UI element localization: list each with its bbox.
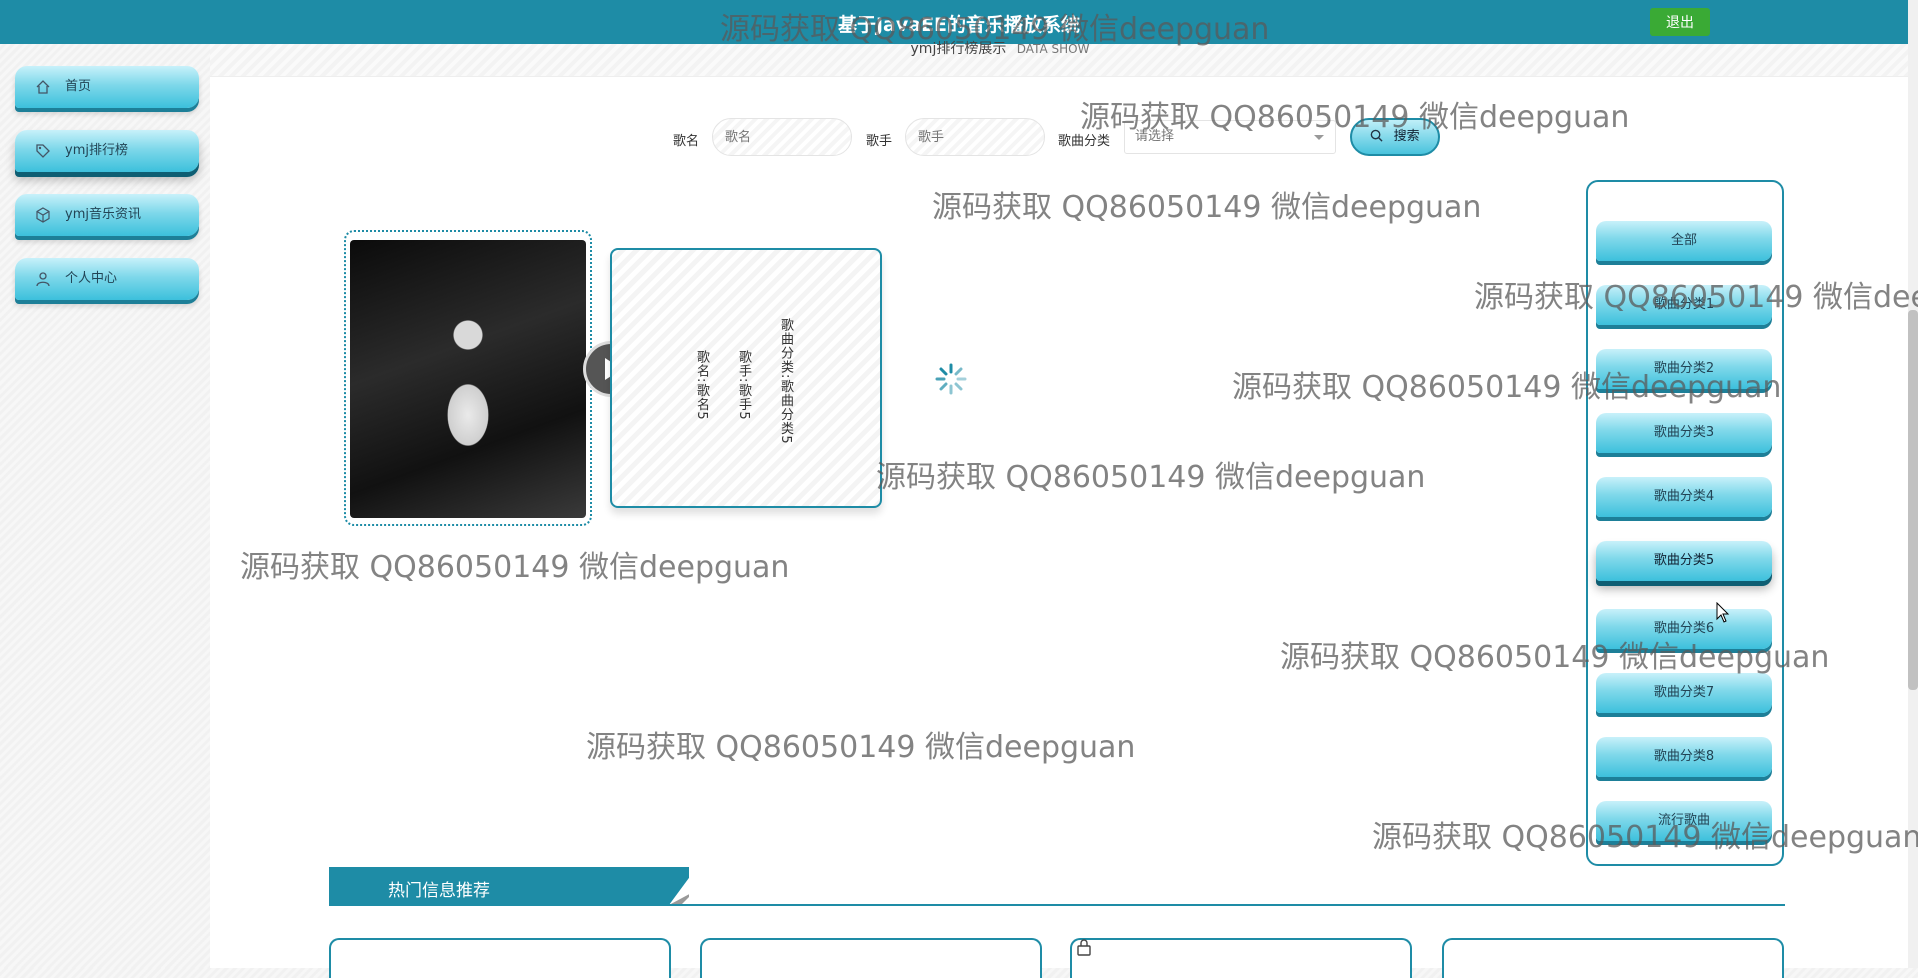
sidebar: 首页 ymj排行榜 ymj音乐资讯 个人中心 bbox=[0, 44, 210, 968]
category-1-button[interactable]: 歌曲分类1 bbox=[1596, 285, 1772, 325]
category-select[interactable]: 请选择 bbox=[1124, 120, 1336, 154]
category-6-button[interactable]: 歌曲分类6 bbox=[1596, 609, 1772, 649]
hot-item-card[interactable] bbox=[329, 938, 671, 978]
sidebar-item-home[interactable]: 首页 bbox=[15, 66, 199, 108]
search-icon bbox=[1371, 129, 1383, 142]
category-all-button[interactable]: 全部 bbox=[1596, 221, 1772, 261]
search-button-label: 搜索 bbox=[1393, 129, 1420, 144]
category-label: 歌曲分类 bbox=[1058, 134, 1111, 149]
category-2-button[interactable]: 歌曲分类2 bbox=[1596, 349, 1772, 389]
song-detail-card[interactable]: 歌名:歌名5 歌手:歌手5 歌曲分类:歌曲分类5 bbox=[610, 248, 882, 508]
chevron-down-icon bbox=[1314, 135, 1324, 140]
category-3-button[interactable]: 歌曲分类3 bbox=[1596, 413, 1772, 453]
category-5-button[interactable]: 歌曲分类5 bbox=[1596, 541, 1772, 581]
logout-button[interactable]: 退出 bbox=[1650, 8, 1710, 36]
singer-label: 歌手 bbox=[866, 134, 893, 149]
hot-item-card[interactable] bbox=[1442, 938, 1784, 978]
sidebar-item-label: 首页 bbox=[65, 79, 92, 94]
cube-icon bbox=[36, 207, 50, 223]
sidebar-item-label: ymj排行榜 bbox=[65, 143, 128, 158]
category-4-button[interactable]: 歌曲分类4 bbox=[1596, 477, 1772, 517]
search-button[interactable]: 搜索 bbox=[1350, 118, 1440, 156]
category-pop-button[interactable]: 流行歌曲 bbox=[1596, 801, 1772, 841]
app-title: 基于JavaEE的音乐播放系统 bbox=[837, 14, 1081, 36]
hot-item-card[interactable] bbox=[1070, 938, 1412, 978]
song-category-text: 歌曲分类:歌曲分类5 bbox=[778, 318, 793, 445]
page-scrollbar-thumb[interactable] bbox=[1908, 310, 1918, 690]
song-name-input[interactable] bbox=[712, 118, 852, 156]
sidebar-item-label: ymj音乐资讯 bbox=[65, 207, 141, 222]
sidebar-item-news[interactable]: ymj音乐资讯 bbox=[15, 194, 199, 236]
hot-section-tab bbox=[329, 867, 689, 905]
section-header: ymj排行榜展示 DATA SHOW bbox=[210, 41, 1908, 77]
hot-section-divider bbox=[329, 904, 1785, 906]
category-select-value: 请选择 bbox=[1135, 129, 1175, 144]
hot-section-title: 热门信息推荐 bbox=[388, 881, 490, 901]
song-singer-text: 歌手:歌手5 bbox=[736, 350, 751, 421]
section-subtitle: DATA SHOW bbox=[1016, 42, 1090, 56]
lock-icon bbox=[1077, 939, 1091, 956]
mouse-cursor-icon bbox=[1716, 602, 1730, 623]
section-title: ymj排行榜展示 bbox=[910, 41, 1007, 57]
sidebar-item-label: 个人中心 bbox=[65, 271, 118, 286]
user-icon bbox=[36, 272, 50, 287]
song-cover-image[interactable] bbox=[350, 240, 586, 518]
loading-spinner-icon bbox=[935, 363, 967, 395]
category-8-button[interactable]: 歌曲分类8 bbox=[1596, 737, 1772, 777]
tag-icon bbox=[36, 144, 50, 158]
sidebar-item-ranking[interactable]: ymj排行榜 bbox=[15, 130, 199, 172]
song-name-text: 歌名:歌名5 bbox=[694, 350, 709, 421]
home-icon bbox=[36, 80, 50, 94]
category-7-button[interactable]: 歌曲分类7 bbox=[1596, 673, 1772, 713]
singer-input[interactable] bbox=[905, 118, 1045, 156]
song-name-label: 歌名 bbox=[673, 134, 700, 149]
hot-item-card[interactable] bbox=[700, 938, 1042, 978]
sidebar-item-profile[interactable]: 个人中心 bbox=[15, 258, 199, 300]
